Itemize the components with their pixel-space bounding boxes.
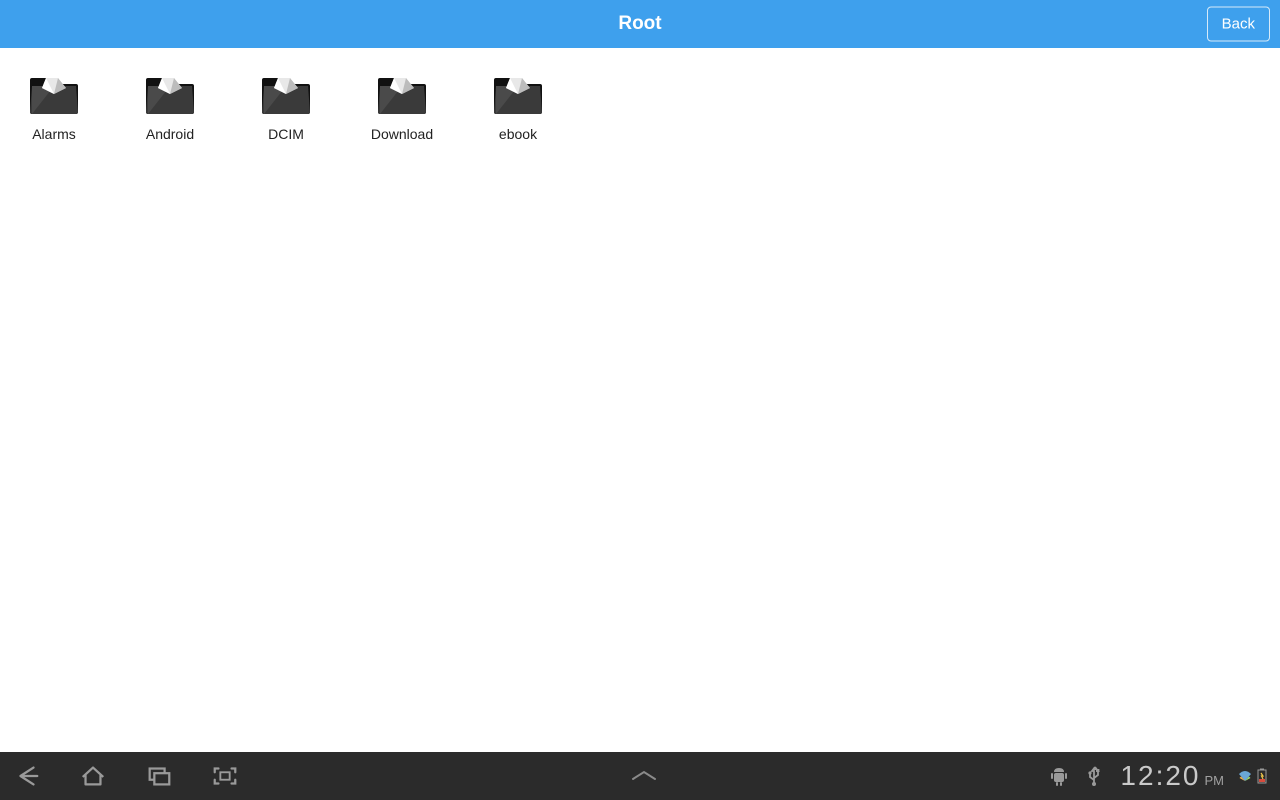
page-title: Root xyxy=(618,13,661,35)
folder-icon xyxy=(144,72,196,116)
folder-label: Alarms xyxy=(32,126,76,142)
folder-icon xyxy=(260,72,312,116)
nav-back-icon[interactable] xyxy=(12,761,42,791)
clock-ampm: PM xyxy=(1205,773,1225,788)
folder-icon xyxy=(376,72,428,116)
nav-recent-apps-icon[interactable] xyxy=(144,761,174,791)
folder-item[interactable]: DCIM xyxy=(246,72,326,142)
wifi-icon xyxy=(1238,769,1252,783)
folder-label: ebook xyxy=(499,126,537,142)
folder-item[interactable]: Alarms xyxy=(14,72,94,142)
folder-label: Android xyxy=(146,126,194,142)
battery-icon xyxy=(1256,768,1268,784)
status-area[interactable]: 12:20 PM xyxy=(1048,760,1268,792)
folder-item[interactable]: Download xyxy=(362,72,442,142)
expand-handle[interactable] xyxy=(240,769,1048,783)
title-bar: Root Back xyxy=(0,0,1280,48)
folder-grid: Alarms Android DCIM xyxy=(14,72,1266,142)
folder-icon xyxy=(492,72,544,116)
folder-icon xyxy=(28,72,80,116)
folder-item[interactable]: ebook xyxy=(478,72,558,142)
content-area: Alarms Android DCIM xyxy=(0,48,1280,752)
android-debug-icon xyxy=(1048,765,1070,787)
folder-item[interactable]: Android xyxy=(130,72,210,142)
status-indicators xyxy=(1238,768,1268,784)
nav-home-icon[interactable] xyxy=(78,761,108,791)
folder-label: Download xyxy=(371,126,433,142)
folder-label: DCIM xyxy=(268,126,304,142)
back-button[interactable]: Back xyxy=(1207,7,1270,42)
status-clock: 12:20 PM xyxy=(1120,760,1224,792)
nav-screenshot-icon[interactable] xyxy=(210,761,240,791)
clock-time: 12:20 xyxy=(1120,760,1200,792)
system-bar: 12:20 PM xyxy=(0,752,1280,800)
usb-icon xyxy=(1084,765,1106,787)
nav-buttons xyxy=(12,761,240,791)
